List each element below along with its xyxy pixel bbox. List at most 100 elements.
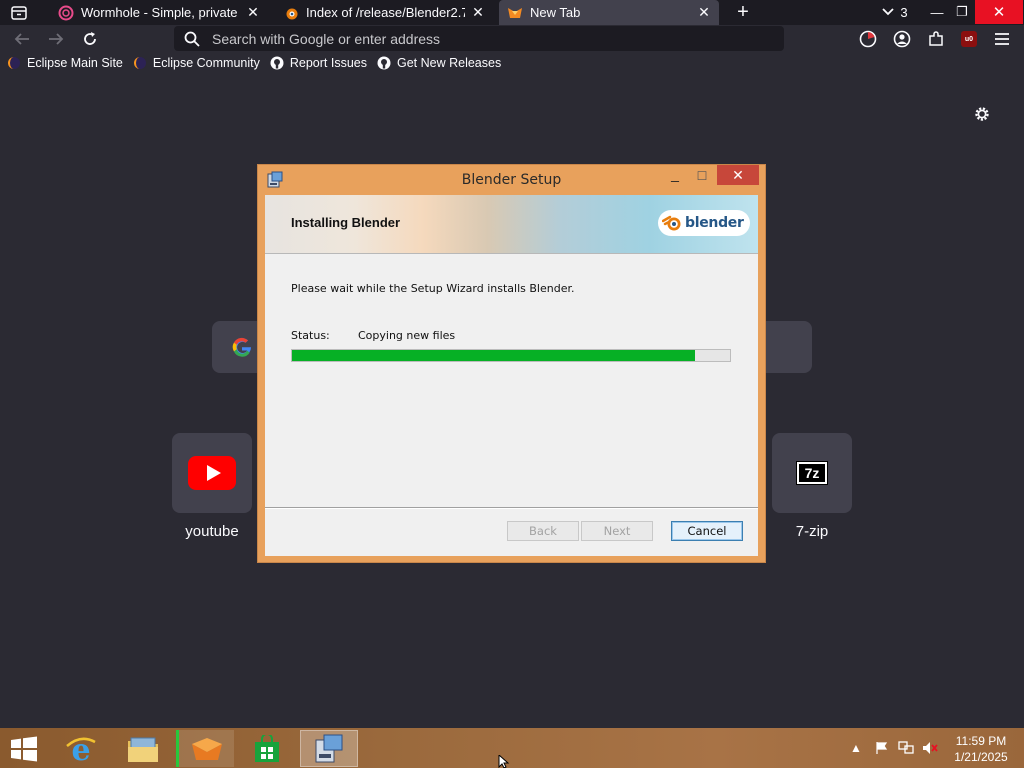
github-icon: [270, 56, 284, 70]
status-value: Copying new files: [358, 329, 456, 342]
start-button[interactable]: [0, 730, 48, 767]
firefox-icon: [191, 737, 222, 760]
bookmark-label: Get New Releases: [396, 55, 502, 70]
dialog-minimize-button[interactable]: _: [665, 167, 685, 185]
tab-title: Index of /release/Blender2.79/: [306, 5, 465, 20]
nav-toolbar: u0: [0, 25, 1024, 52]
network-icon[interactable]: [897, 738, 915, 758]
volume-muted-icon[interactable]: [921, 738, 939, 758]
windows-icon: [11, 736, 37, 761]
puzzle-icon: [929, 31, 943, 46]
internet-explorer-icon: e: [66, 734, 96, 764]
wormhole-icon: [58, 5, 74, 21]
dialog-body: Installing Blender blender Please wait w…: [265, 195, 758, 556]
window-restore-button[interactable]: ❐: [950, 0, 974, 24]
progress-bar: [291, 349, 731, 362]
firefox-icon: [507, 5, 523, 21]
dialog-message: Please wait while the Setup Wizard insta…: [291, 282, 575, 295]
bookmark-label: Eclipse Main Site: [27, 55, 123, 70]
tab-wormhole[interactable]: Wormhole - Simple, private file ✕: [50, 0, 268, 25]
url-input[interactable]: [212, 30, 752, 47]
file-explorer-button[interactable]: [114, 730, 172, 767]
close-tab-icon[interactable]: ✕: [471, 4, 485, 21]
arrow-right-icon: [49, 33, 64, 45]
tab-title: Wormhole - Simple, private file: [81, 5, 240, 20]
blender-logo-icon: [662, 215, 681, 231]
hamburger-menu-icon: [995, 33, 1009, 45]
shortcut-label: 7-zip: [795, 523, 829, 540]
bookmark-get-new-releases[interactable]: Get New Releases: [377, 53, 501, 73]
eclipse-icon: [133, 56, 147, 70]
bookmark-report-issues[interactable]: Report Issues: [270, 53, 367, 73]
show-hidden-icons-button[interactable]: ▲: [849, 738, 863, 758]
bookmark-eclipse-community[interactable]: Eclipse Community: [133, 53, 260, 73]
url-bar[interactable]: [174, 26, 784, 51]
new-tab-button[interactable]: +: [733, 2, 753, 22]
7zip-icon: 7z: [796, 461, 828, 485]
tab-blender-index[interactable]: Index of /release/Blender2.79/ ✕: [275, 0, 493, 25]
blender-setup-dialog: Blender Setup _ ☐ ✕ Installing Blender b…: [257, 164, 766, 563]
action-center-flag-icon[interactable]: [873, 738, 891, 758]
bookmark-eclipse-main-site[interactable]: Eclipse Main Site: [7, 53, 123, 73]
status-label: Status:: [291, 329, 330, 342]
store-icon: [255, 734, 279, 762]
mouse-cursor-icon: [498, 755, 510, 768]
firefox-view-button[interactable]: [9, 4, 29, 22]
clock-icon: [859, 30, 877, 48]
bookmark-label: Report Issues: [289, 55, 367, 70]
internet-explorer-button[interactable]: e: [52, 730, 110, 767]
shortcut-youtube[interactable]: [172, 433, 252, 513]
back-button[interactable]: Back: [507, 521, 579, 541]
chevron-down-icon: [882, 8, 895, 16]
file-explorer-icon: [128, 737, 158, 762]
dialog-maximize-button: ☐: [696, 169, 708, 183]
window-minimize-button[interactable]: —: [925, 0, 949, 24]
shortcut-7zip[interactable]: 7z: [772, 433, 852, 513]
clock-time: 11:59 PM: [955, 734, 1007, 748]
ublock-icon: u0: [961, 31, 977, 47]
dialog-heading: Installing Blender: [291, 215, 401, 230]
eclipse-icon: [7, 56, 21, 70]
app-menu-button[interactable]: [991, 28, 1013, 50]
gear-icon[interactable]: [973, 105, 991, 123]
firefox-view-icon: [11, 6, 27, 20]
dialog-separator: [265, 507, 758, 509]
firefox-pocket-button[interactable]: [857, 28, 879, 50]
account-button[interactable]: [891, 28, 913, 50]
close-tab-icon[interactable]: ✕: [697, 4, 711, 21]
taskbar: e ▲ 11:59 PM 1/21/2025: [0, 728, 1024, 768]
next-button[interactable]: Next: [581, 521, 653, 541]
cancel-button[interactable]: Cancel: [671, 521, 743, 541]
tab-new-tab[interactable]: New Tab ✕: [499, 0, 719, 25]
store-button[interactable]: [238, 730, 296, 767]
shortcut-label: youtube: [185, 523, 239, 540]
window-close-button[interactable]: ✕: [975, 0, 1023, 24]
tab-title: New Tab: [530, 5, 581, 20]
back-button[interactable]: [11, 28, 33, 50]
youtube-icon: [188, 456, 236, 490]
close-tab-icon[interactable]: ✕: [246, 4, 260, 21]
dialog-banner: Installing Blender blender: [265, 195, 758, 254]
google-icon: [232, 337, 251, 357]
system-clock[interactable]: 11:59 PM 1/21/2025: [948, 733, 1014, 765]
blender-logo: blender: [658, 210, 750, 236]
clock-date: 1/21/2025: [954, 750, 1008, 764]
arrow-left-icon: [14, 33, 29, 45]
reload-button[interactable]: [79, 28, 101, 50]
tab-count: 3: [900, 4, 908, 20]
extensions-button[interactable]: [925, 28, 947, 50]
blender-icon: [283, 5, 299, 21]
progress-fill: [292, 350, 695, 361]
logo-text: blender: [685, 215, 744, 231]
forward-button[interactable]: [45, 28, 67, 50]
firefox-taskbar-button[interactable]: [176, 730, 234, 767]
tab-strip: Wormhole - Simple, private file ✕ Index …: [0, 0, 1024, 25]
bookmark-label: Eclipse Community: [152, 55, 260, 70]
list-all-tabs-button[interactable]: 3: [878, 0, 912, 24]
dialog-close-button[interactable]: ✕: [717, 165, 759, 185]
installer-taskbar-button[interactable]: [300, 730, 358, 767]
dialog-title: Blender Setup: [461, 172, 562, 188]
ublock-origin-button[interactable]: u0: [958, 28, 980, 50]
search-icon: [184, 31, 200, 47]
reload-icon: [84, 32, 96, 45]
